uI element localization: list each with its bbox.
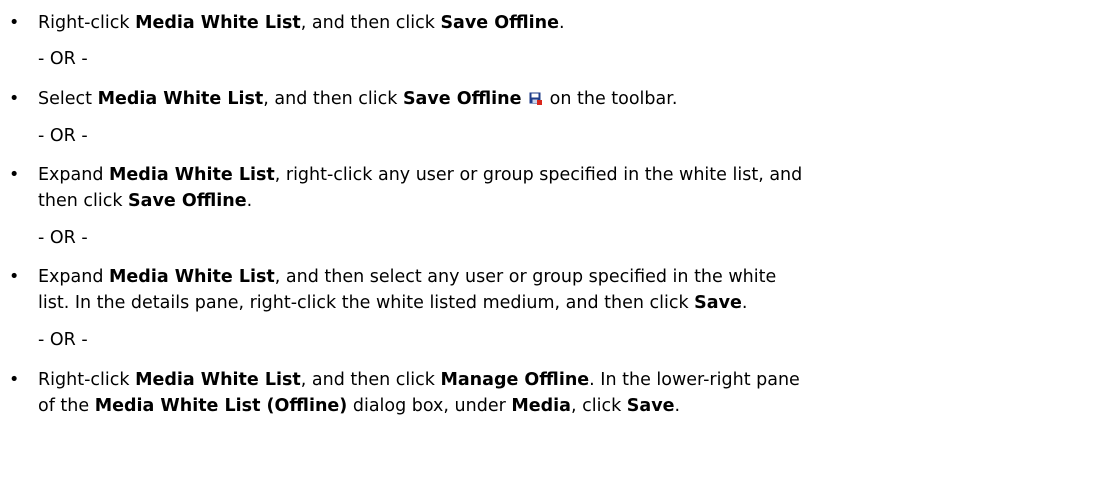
text-run: . [674,396,681,416]
ui-term: Media White List [135,13,301,33]
text-run: on the toolbar. [544,89,678,109]
ui-term: Save Offline [128,191,247,211]
text-run: Expand [38,165,110,185]
text-line: Select Media White List, and then click … [38,86,1088,112]
bullet-dot: • [9,267,20,287]
text-run: dialog box, under [347,396,512,416]
text-run: of the [38,396,95,416]
save-icon[interactable] [529,92,543,105]
text-line: then click Save Offline. [38,188,1088,214]
bullet-text-2: Select Media White List, and then click … [38,86,1088,112]
bullet-text-1: Right-click Media White List, and then c… [38,10,1088,36]
text-run: then click [38,191,129,211]
bullet-dot: • [9,13,20,33]
ui-term: Media White List [109,267,275,287]
text-run: , and then click [300,13,441,33]
ui-term: Save [626,396,675,416]
bullet-text-4: Expand Media White List, and then select… [38,264,1088,316]
or-separator-2: - OR - [38,126,88,146]
bullet-dot: • [9,89,20,109]
text-line: Expand Media White List, right-click any… [38,162,1088,188]
text-run: Select [38,89,98,109]
text-run: , and then click [263,89,403,109]
bullet-text-3: Expand Media White List, right-click any… [38,162,1088,214]
text-run: Expand [38,267,110,287]
text-line: Right-click Media White List, and then c… [38,10,1088,36]
ui-term: Media White List (Offline) [94,396,348,416]
ui-term: Save Offline [402,89,522,109]
text-run: Right-click [38,13,136,33]
bullet-dot: • [9,165,20,185]
ui-term: Manage Offline [440,370,590,390]
text-run: . [741,293,748,313]
ui-term: Save Offline [440,13,559,33]
ui-term: Media [511,396,571,416]
bullet-dot: • [9,370,20,390]
ui-term: Media White List [135,370,301,390]
text-run: , click [570,396,627,416]
text-run: , right-click any user or group specifie… [274,165,803,185]
text-line: Expand Media White List, and then select… [38,264,1088,290]
text-run: . [246,191,253,211]
text-line: list. In the details pane, right-click t… [38,290,1088,316]
ui-term: Media White List [97,89,264,109]
or-separator-3: - OR - [38,228,88,248]
ui-term: Save [694,293,742,313]
text-run: list. In the details pane, right-click t… [38,293,695,313]
text-run: Right-click [38,370,136,390]
text-line: Right-click Media White List, and then c… [38,367,1088,393]
text-run: , and then click [300,370,441,390]
text-run: . In the lower-right pane [589,370,800,390]
or-separator-1: - OR - [38,49,88,69]
instruction-document: • Right-click Media White List, and then… [0,0,1101,493]
bullet-text-5: Right-click Media White List, and then c… [38,367,1088,419]
text-line: of the Media White List (Offline) dialog… [38,393,1088,419]
text-run: . [558,13,565,33]
text-run [521,89,527,109]
or-separator-4: - OR - [38,330,88,350]
text-run: , and then select any user or group spec… [274,267,777,287]
ui-term: Media White List [109,165,275,185]
